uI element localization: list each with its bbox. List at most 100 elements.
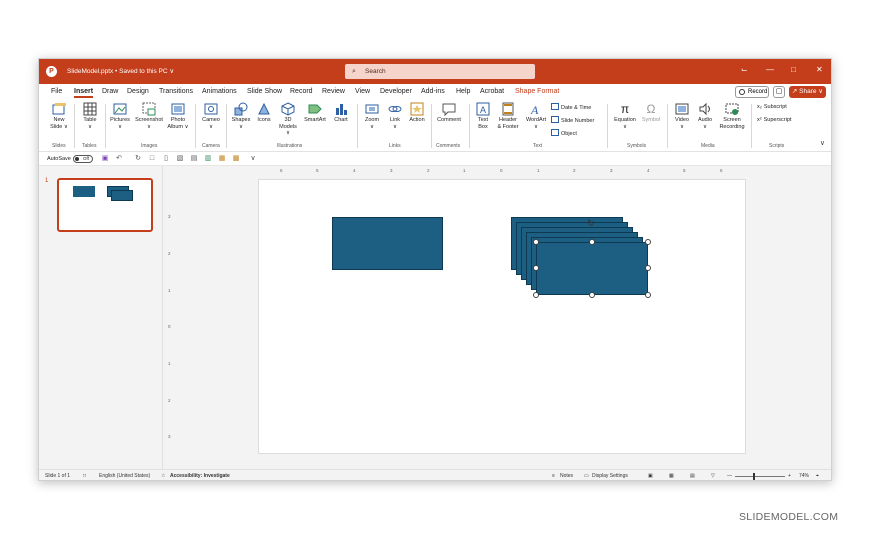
copy-format-icon[interactable]: ▦ [218, 155, 226, 163]
undo-icon[interactable]: ↶ [115, 155, 123, 163]
notes-button[interactable]: Notes [560, 473, 573, 479]
fit-to-window-icon[interactable]: ⌖ [816, 473, 819, 479]
chart-icon [334, 102, 348, 116]
display-settings-button[interactable]: Display Settings [592, 473, 628, 479]
zoom-button[interactable]: Zoom ∨ [361, 102, 383, 130]
ribbon-expand-chevron-icon[interactable]: ∨ [820, 139, 825, 147]
group-separator [607, 104, 608, 148]
text-box-button[interactable]: A Text Box [473, 102, 493, 130]
tab-developer[interactable]: Developer [380, 88, 412, 95]
resize-handle[interactable] [533, 239, 539, 245]
cameo-button[interactable]: Cameo ∨ [200, 102, 222, 130]
slide-canvas[interactable]: ↻ [258, 179, 746, 454]
selected-rectangle-shape[interactable] [536, 242, 648, 295]
resize-handle[interactable] [589, 292, 595, 298]
language-indicator[interactable]: English (United States) [99, 473, 150, 479]
comment-button[interactable]: Comment [435, 102, 463, 124]
new-slide-button[interactable]: New Slide ∨ [48, 102, 70, 130]
document-title[interactable]: SlideModel.pptx • Saved to this PC ∨ [67, 67, 174, 75]
customize-qat-chevron-icon[interactable]: ∨ [249, 155, 257, 163]
tab-design[interactable]: Design [127, 88, 149, 95]
link-button[interactable]: Link ∨ [385, 102, 405, 130]
resize-handle[interactable] [533, 265, 539, 271]
screen-recording-button[interactable]: Screen Recording [717, 102, 747, 130]
tab-record[interactable]: Record [290, 88, 313, 95]
resize-handle[interactable] [645, 239, 651, 245]
object-button[interactable]: Object [551, 129, 577, 137]
tab-slide-show[interactable]: Slide Show [247, 88, 282, 95]
pictures-button[interactable]: Pictures ∨ [109, 102, 131, 130]
resize-handle[interactable] [645, 292, 651, 298]
video-button[interactable]: Video ∨ [671, 102, 693, 130]
reading-view-icon[interactable]: ▤ [690, 473, 695, 479]
shapes-button[interactable]: Shapes ∨ [230, 102, 252, 130]
normal-view-icon[interactable]: ▣ [648, 473, 653, 479]
search-box[interactable]: ⌕ Search [345, 64, 535, 79]
tab-review[interactable]: Review [322, 88, 345, 95]
group-label-links: Links [389, 143, 401, 149]
accessibility-status[interactable]: Accessibility: Investigate [170, 473, 230, 479]
tab-add-ins[interactable]: Add-ins [421, 88, 445, 95]
3d-models-button[interactable]: 3D Models ∨ [277, 102, 299, 137]
tab-insert[interactable]: Insert [74, 88, 94, 98]
slide-number-icon [551, 116, 559, 123]
picture-icon[interactable]: ▧ [176, 155, 184, 163]
zoom-slider[interactable] [735, 476, 785, 477]
tab-draw[interactable]: Draw [102, 88, 118, 95]
record-button[interactable]: Record [735, 86, 769, 98]
tab-shape-format[interactable]: Shape Format [515, 88, 559, 95]
share-button[interactable]: ↗ Share ∨ [789, 86, 826, 98]
resize-handle[interactable] [645, 265, 651, 271]
shape-fill-icon[interactable]: ▩ [232, 155, 240, 163]
zoom-label: Zoom ∨ [364, 117, 380, 130]
maximize-button[interactable]: □ [791, 65, 796, 74]
symbol-button[interactable]: Ω Symbol [639, 102, 663, 124]
print-icon[interactable]: ▤ [190, 155, 198, 163]
tab-transitions[interactable]: Transitions [159, 88, 193, 95]
lightbulb-icon[interactable]: ⌙ [741, 65, 748, 74]
resize-handle[interactable] [533, 292, 539, 298]
icons-button[interactable]: Icons [254, 102, 274, 124]
tab-animations[interactable]: Animations [202, 88, 237, 95]
chart-button[interactable]: Chart [331, 102, 351, 124]
table-icon [83, 102, 97, 116]
date-time-button[interactable]: Date & Time [551, 103, 591, 111]
spelling-icon[interactable]: □ [83, 473, 86, 479]
rotate-handle-icon[interactable]: ↻ [587, 219, 595, 228]
zoom-out-button[interactable]: — [727, 473, 732, 479]
smartart-button[interactable]: SmartArt [302, 102, 328, 124]
new-file-icon[interactable]: ▯ [162, 155, 170, 163]
table-button[interactable]: Table ∨ [79, 102, 101, 130]
minimize-button[interactable]: — [766, 65, 774, 74]
equation-button[interactable]: π Equation ∨ [611, 102, 639, 130]
screenshot-button[interactable]: Screenshot ∨ [134, 102, 164, 130]
close-button[interactable]: ✕ [816, 65, 823, 74]
ruler-tick: 1 [168, 361, 171, 366]
tab-help[interactable]: Help [456, 88, 470, 95]
open-folder-icon[interactable]: □ [148, 155, 156, 163]
zoom-slider-thumb[interactable] [753, 473, 755, 480]
tab-file[interactable]: File [51, 88, 62, 95]
audio-button[interactable]: Audio ∨ [695, 102, 715, 130]
tab-acrobat[interactable]: Acrobat [480, 88, 504, 95]
action-button[interactable]: Action [407, 102, 427, 124]
redo-icon[interactable]: ↻ [134, 155, 142, 163]
tab-view[interactable]: View [355, 88, 370, 95]
slide-show-icon[interactable]: ▽ [711, 473, 715, 479]
subscript-button[interactable]: x₂ Subscript [757, 104, 787, 110]
autosave-toggle[interactable]: Off [73, 155, 93, 163]
slide-sorter-icon[interactable]: ▦ [669, 473, 674, 479]
rectangle-shape[interactable] [332, 217, 443, 270]
slide-number-button[interactable]: Slide Number [551, 116, 594, 124]
zoom-level[interactable]: 74% [799, 473, 809, 479]
superscript-button[interactable]: x² Superscript [757, 117, 791, 123]
resize-handle[interactable] [589, 239, 595, 245]
slide-thumbnail[interactable] [57, 178, 153, 232]
zoom-in-button[interactable]: + [788, 473, 791, 479]
header-footer-button[interactable]: Header & Footer [495, 102, 521, 130]
photo-album-button[interactable]: Photo Album ∨ [167, 102, 189, 130]
wordart-button[interactable]: A WordArt ∨ [523, 102, 549, 130]
comments-button[interactable]: ▢ [773, 86, 785, 98]
save-icon[interactable]: ▣ [101, 155, 109, 163]
presentation-icon[interactable]: ▥ [204, 155, 212, 163]
